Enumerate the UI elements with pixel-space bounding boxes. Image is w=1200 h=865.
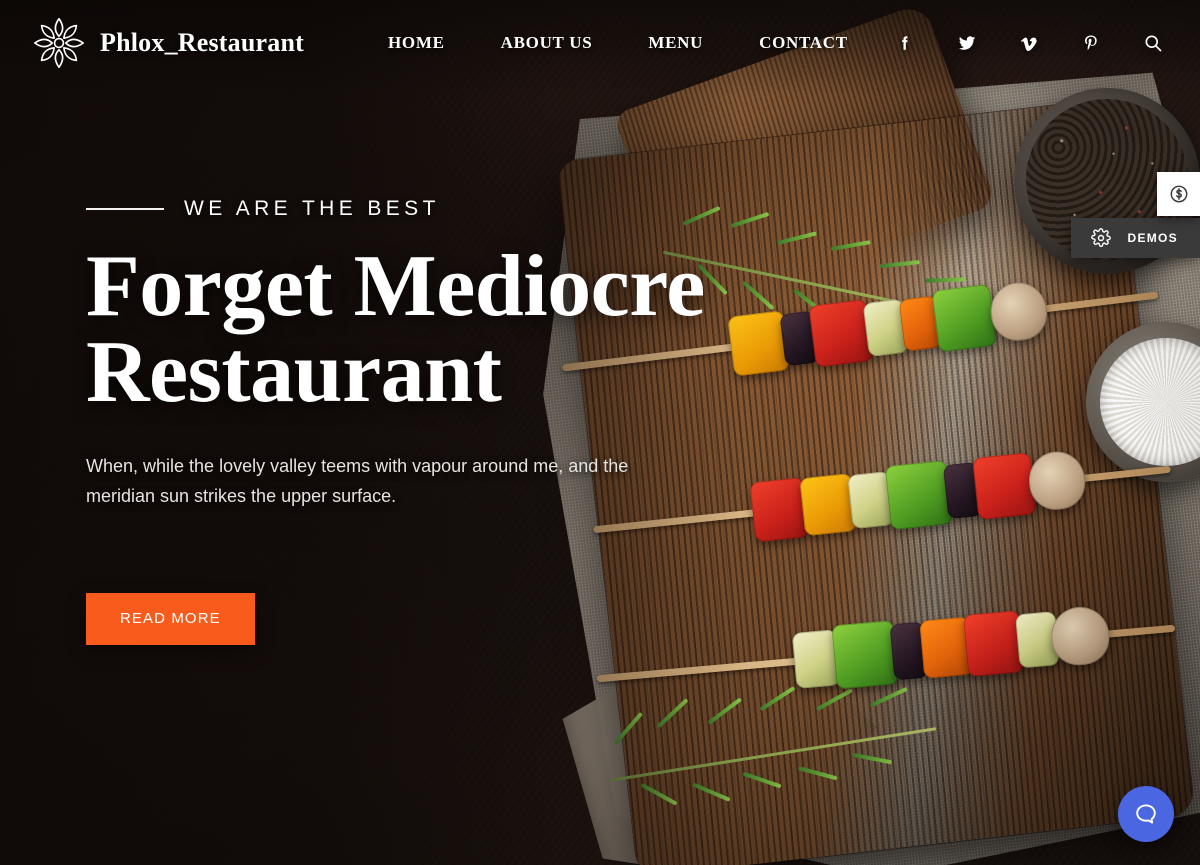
chat-widget-button[interactable] <box>1118 786 1174 842</box>
nav-item-about-us[interactable]: ABOUT US <box>501 33 593 53</box>
pinterest-icon[interactable] <box>1074 26 1108 60</box>
page-root: Phlox_Restaurant HOME ABOUT US MENU CONT… <box>0 0 1200 865</box>
social-links <box>860 26 1170 60</box>
search-icon[interactable] <box>1136 26 1170 60</box>
lotus-medallion-icon <box>33 17 85 69</box>
nav-item-contact[interactable]: CONTACT <box>759 33 848 53</box>
dollar-circle-icon <box>1170 185 1187 203</box>
hero-headline-line-1: Forget Mediocre <box>86 238 705 335</box>
chat-bubble-icon <box>1136 804 1156 824</box>
eyebrow-rule <box>86 208 164 210</box>
hero-eyebrow: WE ARE THE BEST <box>86 196 746 222</box>
pricing-tab-button[interactable] <box>1157 172 1200 216</box>
hero-eyebrow-text: WE ARE THE BEST <box>184 197 440 220</box>
site-header: Phlox_Restaurant HOME ABOUT US MENU CONT… <box>0 0 1200 86</box>
nav-item-menu[interactable]: MENU <box>648 33 703 53</box>
hero-content: WE ARE THE BEST Forget Mediocre Restaura… <box>86 196 746 645</box>
main-navigation: HOME ABOUT US MENU CONTACT <box>388 33 848 53</box>
read-more-button[interactable]: READ MORE <box>86 592 255 645</box>
demos-tab-label: DEMOS <box>1127 231 1178 245</box>
brand-logo[interactable]: Phlox_Restaurant <box>28 12 304 74</box>
facebook-icon[interactable] <box>888 26 922 60</box>
brand-name: Phlox_Restaurant <box>100 28 304 57</box>
hero-headline: Forget Mediocre Restaurant <box>86 243 746 422</box>
hero-headline-line-2: Restaurant <box>86 324 502 422</box>
twitter-icon[interactable] <box>950 26 984 60</box>
nav-item-home[interactable]: HOME <box>388 33 445 53</box>
hero-subtitle: When, while the lovely valley teems with… <box>86 456 629 506</box>
vimeo-icon[interactable] <box>1012 26 1046 60</box>
demos-tab-button[interactable]: DEMOS <box>1071 218 1200 258</box>
gear-icon <box>1091 228 1112 247</box>
